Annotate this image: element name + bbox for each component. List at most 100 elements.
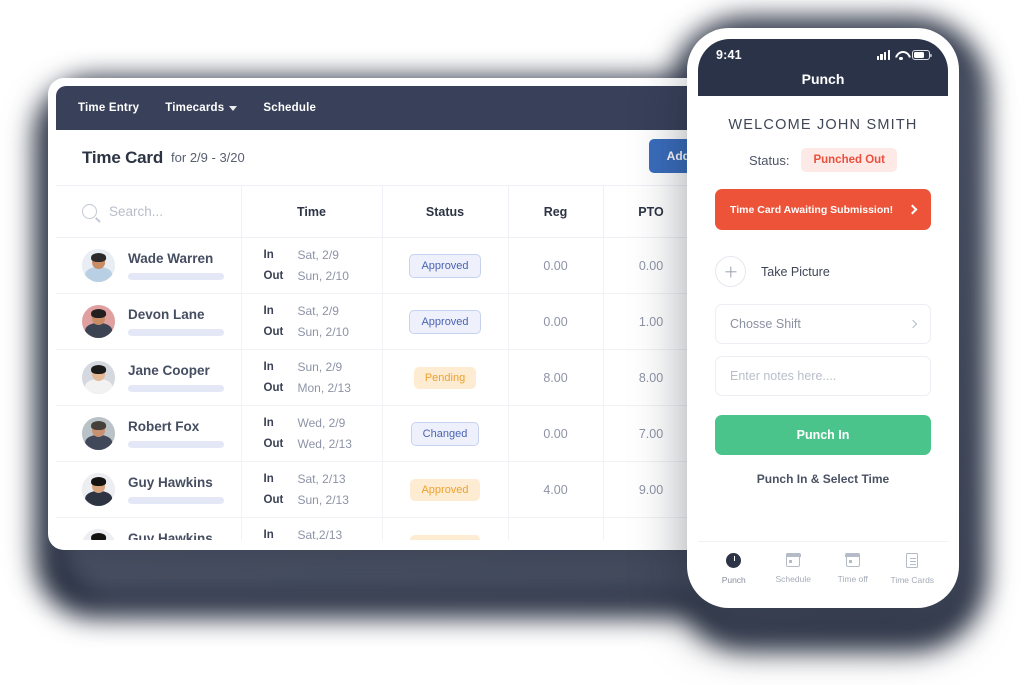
out-value: Sun, 2/13 (297, 492, 349, 507)
status-bar: 9:41 (716, 48, 932, 62)
wifi-icon (895, 51, 907, 60)
out-value: Mon, 2/13 (297, 380, 351, 395)
column-header-time[interactable]: Time (241, 185, 383, 238)
nav-label: Time Entry (78, 102, 140, 114)
cell-status: Approved (382, 237, 509, 294)
page-header: Time Card for 2/9 - 3/20 Add New (56, 130, 720, 185)
mobile-content: WELCOME JOHN SMITH Status: Punched Out T… (698, 96, 948, 541)
welcome-message: WELCOME JOHN SMITH (728, 117, 918, 133)
cell-status: Changed (382, 405, 509, 462)
cell-employee: Robert Fox (56, 405, 242, 462)
mobile-page-title: Punch (801, 71, 845, 87)
cell-reg: 4.00 (508, 461, 604, 518)
calendar-icon (785, 552, 801, 567)
status-badge: Punched Out (801, 148, 898, 172)
tab-time-cards[interactable]: Time Cards (883, 553, 943, 585)
cell-employee: Wade Warren (56, 237, 242, 294)
in-label: In (263, 304, 274, 317)
tab-time-off[interactable]: Time off (823, 552, 883, 585)
search-icon (82, 204, 97, 219)
notes-field[interactable]: Enter notes here.... (715, 356, 931, 396)
cell-time: InSat,2/13OutSun, 2/13 (241, 517, 383, 540)
employee-name: Wade Warren (128, 251, 214, 266)
out-label: Out (263, 437, 284, 450)
tab-punch[interactable]: Punch (704, 553, 764, 585)
top-navigation-bar: Time Entry Timecards Schedule (56, 86, 720, 130)
cell-employee: Guy Hawkins (56, 517, 242, 540)
table-body: Wade Warren In Sat, 2/9 Out Sun, 2/10 Approve… (56, 237, 720, 540)
avatar (82, 361, 115, 394)
mobile-screen: 9:41 Punch WELCOME JOHN SMITH Status: Pu… (698, 39, 948, 597)
notes-placeholder: Enter notes here.... (730, 369, 837, 383)
in-label: In (263, 529, 274, 540)
page-subtitle: for 2/9 - 3/20 (171, 150, 245, 165)
punch-in-button[interactable]: Punch In (715, 415, 931, 455)
cell-employee: Guy Hawkins (56, 461, 242, 518)
battery-icon (912, 50, 932, 60)
desktop-app-window: Time Entry Timecards Schedule Time Card … (48, 78, 720, 550)
chevron-right-icon (908, 319, 918, 329)
take-picture-row[interactable]: Take Picture (715, 256, 931, 287)
column-header-reg[interactable]: Reg (508, 185, 604, 238)
cell-pto: 7.00 (603, 405, 700, 462)
cell-status: Approved (382, 461, 509, 518)
take-picture-label: Take Picture (761, 264, 830, 279)
table-row[interactable]: Devon Lane In Sat, 2/9 Out Sun, 2/10 Approved… (56, 293, 720, 350)
employee-subtitle-placeholder (128, 273, 224, 280)
table-row[interactable]: Guy HawkinsInSat,2/13OutSun, 2/13Approve… (56, 517, 720, 540)
out-value: Sun, 2/10 (297, 324, 349, 339)
nav-item-time-entry[interactable]: Time Entry (78, 102, 139, 114)
cell-pto: 9.00 (603, 461, 700, 518)
in-value: Sun, 2/9 (297, 359, 343, 374)
calendar-icon (845, 552, 861, 567)
table-row[interactable]: Jane Cooper In Sun, 2/9 Out Mon, 2/13 Pending… (56, 349, 720, 406)
cell-status: Approved (382, 293, 509, 350)
document-icon (906, 553, 919, 568)
employee-name: Devon Lane (128, 307, 205, 322)
out-label: Out (263, 269, 284, 282)
cell-reg: 0.00 (508, 405, 604, 462)
table-row[interactable]: Guy Hawkins In Sat, 2/13 Out Sun, 2/13 Approv… (56, 461, 720, 518)
timecard-alert-button[interactable]: Time Card Awaiting Submission! (715, 189, 931, 230)
employee-name: Guy Hawkins (128, 531, 213, 540)
in-value: Sat, 2/13 (297, 471, 346, 486)
cell-time: In Sat, 2/9 Out Sun, 2/10 (241, 293, 383, 350)
chevron-right-icon (907, 204, 918, 215)
table-row[interactable]: Robert Fox In Wed, 2/9 Out Wed, 2/13 Changed 0… (56, 405, 720, 462)
nav-item-timecards[interactable]: Timecards (165, 102, 238, 114)
bottom-tab-bar: Punch Schedule Time off Time Cards (698, 541, 948, 597)
screenshot-root: Time Entry Timecards Schedule Time Card … (0, 0, 1024, 685)
chevron-down-icon (229, 105, 238, 111)
cell-pto: 0.00 (603, 517, 700, 540)
cell-reg: 0.00 (508, 237, 604, 294)
avatar (82, 305, 115, 338)
search-cell[interactable]: Search... (56, 185, 242, 238)
employee-name: Robert Fox (128, 419, 200, 434)
column-header-status[interactable]: Status (382, 185, 509, 238)
search-input-placeholder[interactable]: Search... (109, 204, 163, 219)
punch-status-row: Status: Punched Out (715, 148, 931, 172)
in-value: Sat, 2/9 (297, 247, 339, 262)
signal-bars-icon (876, 50, 890, 60)
cell-reg: 8.00 (508, 517, 604, 540)
status-bar-time: 9:41 (716, 48, 742, 62)
table-row[interactable]: Wade Warren In Sat, 2/9 Out Sun, 2/10 Approve… (56, 237, 720, 294)
tab-label: Punch (721, 575, 746, 585)
cell-status: Pending (382, 349, 509, 406)
employee-subtitle-placeholder (128, 497, 224, 504)
status-label: Status: (748, 152, 790, 168)
alert-text: Time Card Awaiting Submission! (730, 203, 894, 216)
page-title: Time Card (82, 147, 164, 167)
punch-in-select-time-link[interactable]: Punch In & Select Time (715, 472, 931, 486)
in-value: Sat,2/13 (297, 527, 343, 540)
nav-item-schedule[interactable]: Schedule (263, 102, 316, 114)
plus-circle-icon[interactable] (715, 256, 746, 287)
status-badge: Approved (409, 309, 481, 334)
choose-shift-field[interactable]: Chosse Shift (715, 304, 931, 344)
mobile-device-frame: 9:41 Punch WELCOME JOHN SMITH Status: Pu… (687, 28, 959, 608)
in-value: Sat, 2/9 (297, 303, 339, 318)
column-header-pto[interactable]: PTO (603, 185, 700, 238)
mobile-header: 9:41 Punch (698, 39, 948, 96)
avatar (82, 417, 115, 450)
tab-schedule[interactable]: Schedule (764, 552, 824, 585)
